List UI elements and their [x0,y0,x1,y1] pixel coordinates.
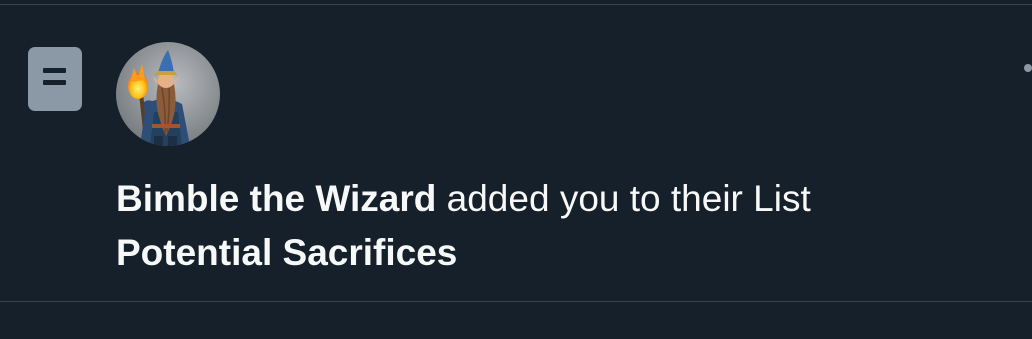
divider-bottom [0,301,1032,302]
notification-message: Bimble the Wizard added you to their Lis… [116,172,1016,280]
list-add-notification[interactable]: Bimble the Wizard added you to their Lis… [0,5,1032,301]
action-text: added you to their List [436,178,811,219]
list-icon [28,47,82,111]
wizard-avatar-icon [116,42,220,146]
list-name[interactable]: Potential Sacrifices [116,226,1016,280]
avatar[interactable] [116,42,220,146]
list-icon-bar [43,80,66,85]
more-options-icon[interactable] [1024,64,1032,72]
list-icon-bar [43,68,66,73]
actor-name[interactable]: Bimble the Wizard [116,178,436,219]
